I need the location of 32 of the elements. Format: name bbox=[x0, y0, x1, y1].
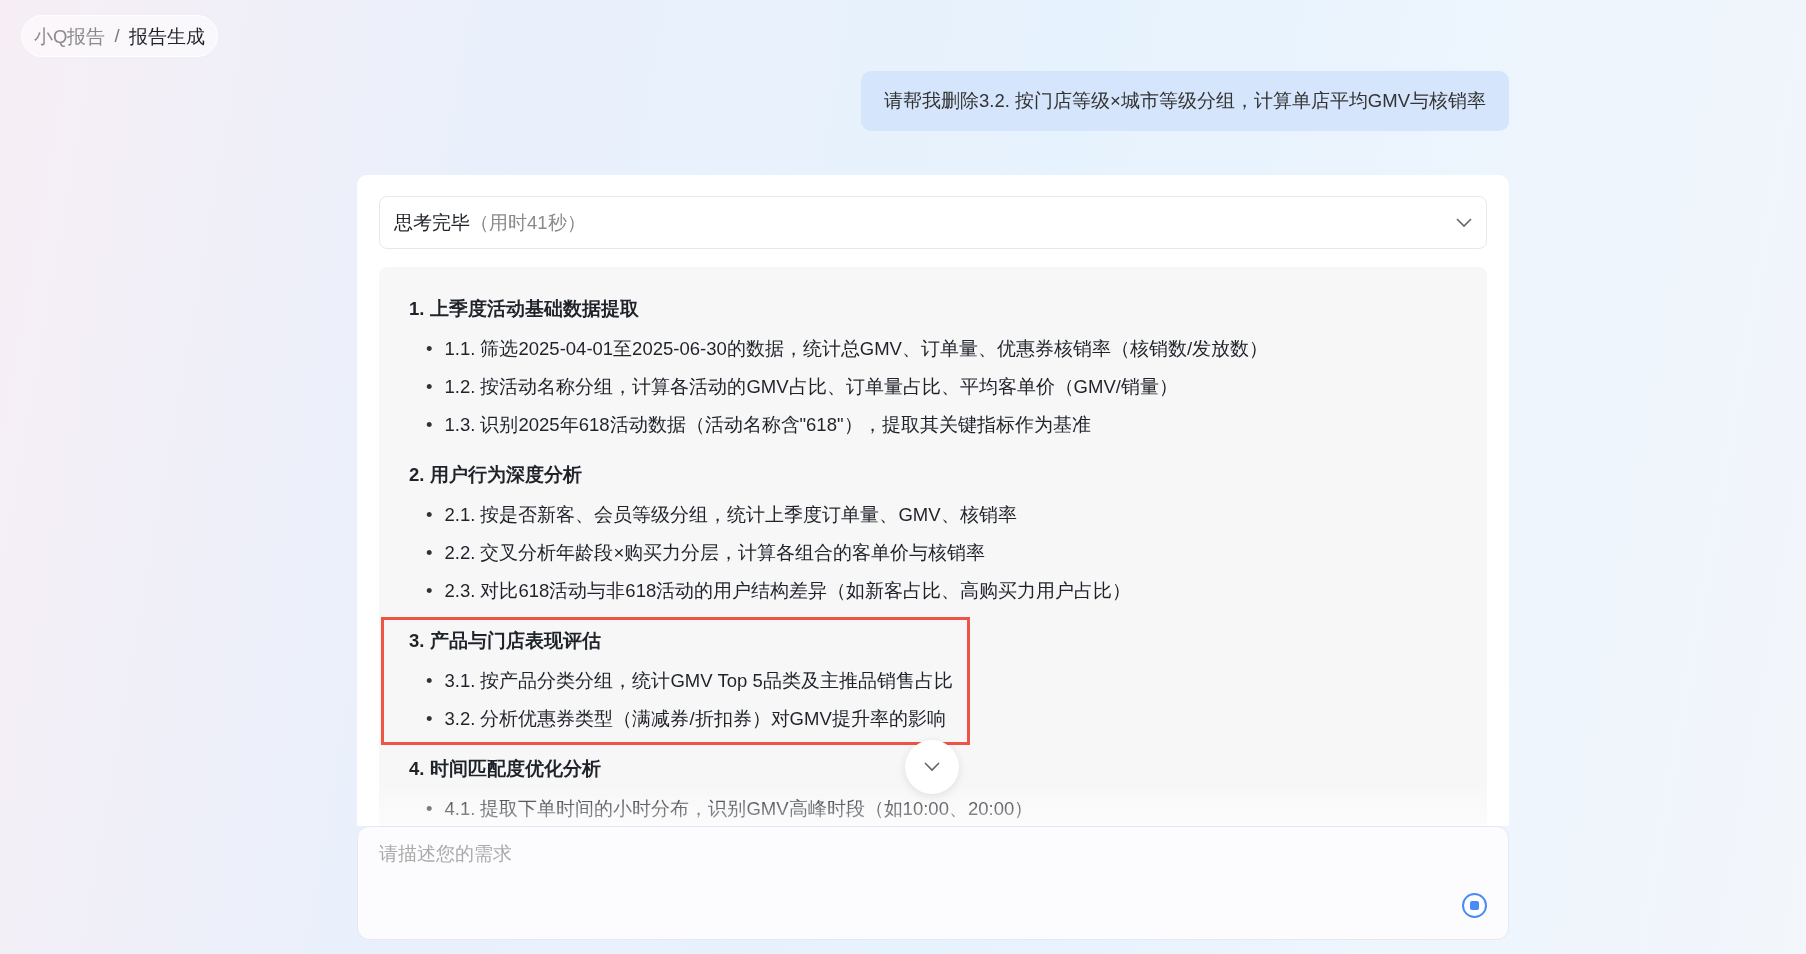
plan-step: 1.1. 筛选2025-04-01至2025-06-30的数据，统计总GMV、订单量、优惠券核销率（核销数/发放数） bbox=[444, 336, 1269, 362]
bullet-marker: • bbox=[426, 413, 433, 437]
plan-step: 3.2. 分析优惠券类型（满减券/折扣券）对GMV提升率的影响 bbox=[444, 706, 946, 732]
plan-step: 2.1. 按是否新客、会员等级分组，统计上季度订单量、GMV、核销率 bbox=[444, 502, 1017, 528]
message-input-field[interactable]: 请描述您的需求 bbox=[357, 826, 1509, 940]
section-heading: 3. 产品与门店表现评估 bbox=[409, 629, 601, 653]
bullet-marker: • bbox=[426, 375, 433, 399]
thinking-status: 思考完毕 bbox=[394, 211, 470, 235]
plan-step: 1.3. 识别2025年618活动数据（活动名称含"618"），提取其关键指标作为基准 bbox=[444, 412, 1091, 438]
bullet-marker: • bbox=[426, 337, 433, 361]
breadcrumb-item[interactable]: 报告生成 bbox=[128, 23, 205, 49]
chevron-down-icon bbox=[924, 762, 940, 772]
stop-icon bbox=[1470, 901, 1479, 910]
plan-step: 4.1. 提取下单时间的小时分布，识别GMV高峰时段（如10:00、20:00） bbox=[444, 796, 1034, 822]
chevron-down-icon bbox=[1456, 217, 1472, 228]
thinking-duration: （用时41秒） bbox=[470, 211, 586, 235]
bullet-marker: • bbox=[426, 797, 433, 821]
plan-step: 2.2. 交叉分析年龄段×购买力分层，计算各组合的客单价与核销率 bbox=[444, 540, 986, 566]
plan-step: 2.3. 对比618活动与非618活动的用户结构差异（如新客占比、高购买力用户占比） bbox=[444, 578, 1132, 604]
section-heading: 1. 上季度活动基础数据提取 bbox=[409, 297, 639, 321]
bullet-marker: • bbox=[426, 541, 433, 565]
section-heading: 4. 时间匹配度优化分析 bbox=[409, 757, 601, 781]
bullet-marker: • bbox=[426, 503, 433, 527]
thinking-status-bar[interactable]: 思考完毕（用时41秒） bbox=[379, 196, 1487, 249]
plan-step: 3.1. 按产品分类分组，统计GMV Top 5品类及主推品销售占比 bbox=[444, 668, 953, 694]
bullet-marker: • bbox=[426, 669, 433, 693]
bullet-marker: • bbox=[426, 579, 433, 603]
user-message: 请帮我删除3.2. 按门店等级×城市等级分组，计算单店平均GMV与核销率 bbox=[861, 71, 1509, 131]
breadcrumb-separator: / bbox=[114, 25, 120, 47]
section-heading: 2. 用户行为深度分析 bbox=[409, 463, 582, 487]
bullet-marker: • bbox=[426, 707, 433, 731]
plan-step: 1.2. 按活动名称分组，计算各活动的GMV占比、订单量占比、平均客单价（GMV/销量） bbox=[444, 374, 1178, 400]
